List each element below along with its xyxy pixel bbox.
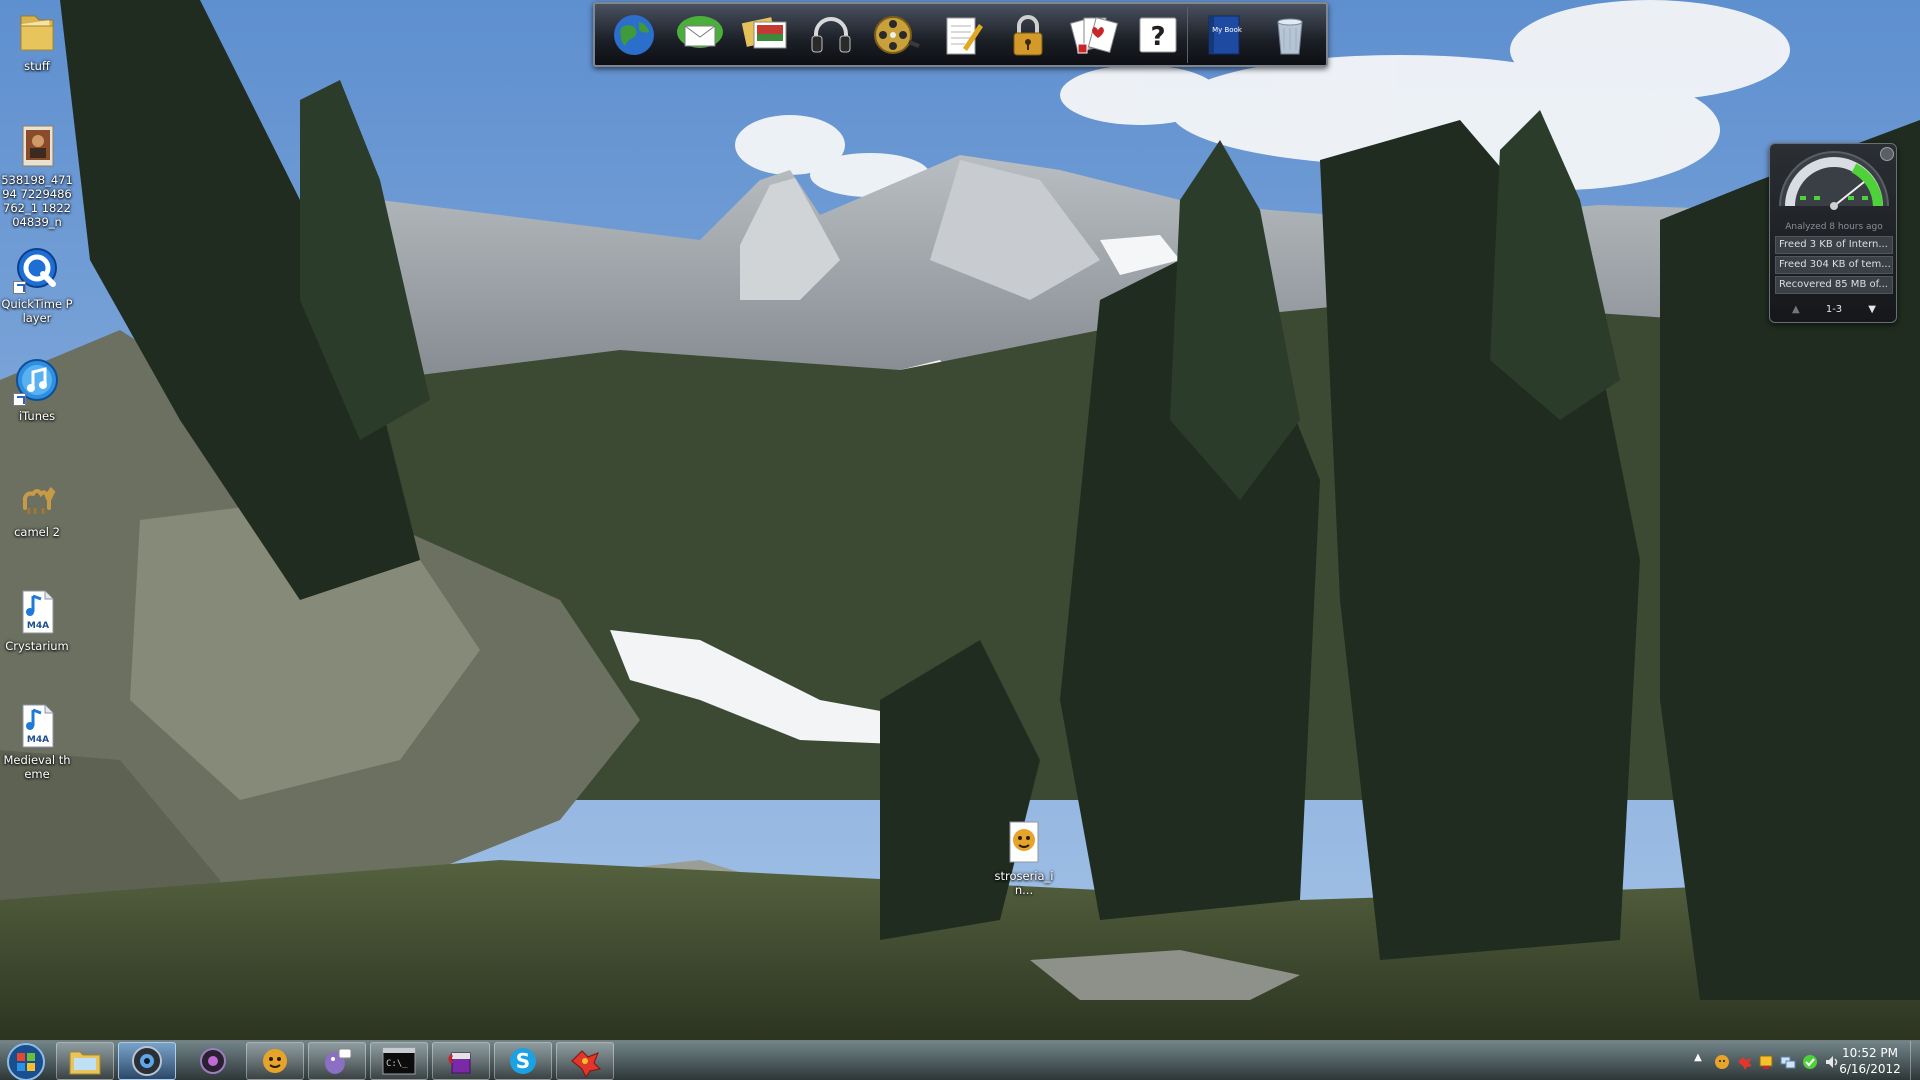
dock-film-button[interactable] (867, 7, 926, 63)
dock-lock-button[interactable] (998, 7, 1057, 63)
desktop-icon-camel-2[interactable]: camel 2 (0, 474, 74, 539)
desktop-icon-itunes[interactable]: iTunes (0, 358, 74, 423)
desktop-icon-label: iTunes (18, 409, 56, 423)
start-button[interactable] (6, 1042, 46, 1080)
gadget-entry[interactable]: Recovered 85 MB of... (1775, 276, 1893, 294)
m4a-badge: M4A (27, 735, 49, 745)
cartoon-app-icon (263, 1049, 287, 1073)
my-book-icon: My Book (1208, 15, 1243, 54)
taskbar-skype-button[interactable]: S (494, 1042, 552, 1080)
desktop-icon-label: 538198_47194 7229486762_1 182204839_n (1, 173, 73, 229)
taskbar-clock[interactable]: 10:52 PM 6/16/2012 (1826, 1045, 1914, 1077)
desktop-icon-label: stroseria_in... (994, 869, 1054, 897)
desktop-icon-label: camel 2 (14, 525, 60, 539)
dock-mail-button[interactable] (671, 7, 730, 63)
headphones-icon (811, 16, 851, 52)
mail-icon (676, 15, 723, 48)
app-icon (1000, 818, 1048, 866)
skype-glyph: S (516, 1049, 530, 1073)
taskbar-pidgin-button[interactable] (308, 1042, 366, 1080)
desktop-icon-image-file[interactable]: 538198_47194 7229486762_1 182204839_n (0, 122, 74, 229)
desktop-wallpaper (0, 0, 1920, 1080)
shortcut-arrow-icon (13, 281, 26, 294)
notepad-icon (946, 17, 983, 54)
show-hidden-icons-button[interactable]: ▲ (1690, 1052, 1706, 1068)
dock-globe-button[interactable] (605, 7, 664, 63)
dock-help-button[interactable]: ? (1129, 6, 1188, 63)
desktop-icon-label: stuff (24, 59, 50, 73)
windows-logo-icon (7, 1043, 45, 1080)
dock-notepad-button[interactable] (933, 7, 992, 63)
webcam-icon (132, 1046, 162, 1076)
paint-can-icon (448, 1052, 471, 1074)
taskbar-explorer-button[interactable] (56, 1042, 114, 1080)
taskbar-paint-button[interactable] (432, 1042, 490, 1080)
recycle-bin-icon (1277, 18, 1303, 54)
desktop-icon-quicktime-player[interactable]: QuickTime Player (0, 246, 74, 325)
pager-next-icon[interactable]: ▼ (1868, 304, 1876, 315)
pager-prev-icon[interactable]: ▲ (1792, 304, 1800, 315)
skype-icon: S (510, 1048, 536, 1074)
film-reel-icon (874, 15, 921, 54)
security-tray-icon[interactable] (1802, 1054, 1818, 1070)
camel-icon (13, 474, 61, 522)
show-desktop-button[interactable] (1910, 1041, 1920, 1080)
m4a-file-icon: M4A (13, 588, 61, 636)
taskbar-cartoon-app-button[interactable] (246, 1042, 304, 1080)
lock-icon (1013, 14, 1043, 55)
cmd-glyph: C:\_ (386, 1059, 408, 1069)
taskbar: C:\_ S ▲ 10:52 PM 6/16/2012 (0, 1040, 1920, 1080)
m4a-badge: M4A (27, 621, 49, 631)
network-icon[interactable] (1780, 1054, 1796, 1070)
cleanup-gadget: Analyzed 8 hours ago Freed 3 KB of Inter… (1769, 143, 1897, 323)
clock-time: 10:52 PM (1842, 1046, 1898, 1060)
mybook-label: My Book (1212, 26, 1243, 34)
gadget-analyzed-time: Analyzed 8 hours ago (1785, 222, 1883, 232)
desktop-icon-medieval-theme[interactable]: M4A Medieval theme (0, 702, 74, 781)
gadget-close-icon[interactable] (1880, 147, 1894, 161)
dock-headphones-button[interactable] (802, 7, 861, 63)
image-file-icon (13, 122, 61, 170)
gadget-pager: ▲ 1-3 ▼ (1792, 301, 1876, 317)
game-tray-icon[interactable] (1736, 1054, 1752, 1070)
desktop-icon-crystarium[interactable]: M4A Crystarium (0, 588, 74, 653)
quicktime-icon (13, 246, 61, 294)
itunes-icon (13, 358, 61, 406)
cleanup-gauge (1779, 151, 1889, 210)
windows-explorer-icon (69, 1051, 101, 1075)
game-app-icon (571, 1050, 602, 1077)
globe-icon (614, 14, 655, 55)
action-center-icon[interactable] (1758, 1054, 1774, 1070)
help-icon: ? (1139, 17, 1177, 52)
cartoon-tray-icon[interactable] (1714, 1054, 1730, 1070)
gadget-entry[interactable]: Freed 3 KB of Intern... (1775, 236, 1893, 254)
folder-icon (13, 8, 61, 56)
help-glyph: ? (1151, 22, 1166, 52)
media-orb-icon (200, 1048, 226, 1074)
command-prompt-icon: C:\_ (382, 1047, 416, 1075)
taskbar-game-button[interactable] (556, 1042, 614, 1080)
taskbar-media-orb-button[interactable] (184, 1042, 242, 1080)
shortcut-arrow-icon (13, 393, 26, 406)
dock-recycle-bin-button[interactable] (1260, 7, 1319, 63)
dock-mybook-button[interactable]: My Book (1195, 7, 1254, 63)
desktop-icon-stroseria[interactable]: stroseria_in... (987, 818, 1061, 897)
m4a-file-icon: M4A (13, 702, 61, 750)
dock-cards-button[interactable] (1064, 7, 1123, 63)
gadget-entry[interactable]: Freed 304 KB of tem... (1775, 256, 1893, 274)
desktop-icon-label: Crystarium (5, 639, 69, 653)
desktop-icon-label: Medieval theme (3, 753, 71, 781)
clock-date: 6/16/2012 (1839, 1062, 1901, 1076)
pager-range: 1-3 (1825, 303, 1843, 315)
top-dock: ? My Book (593, 2, 1328, 67)
taskbar-cmd-button[interactable]: C:\_ (370, 1042, 428, 1080)
desktop-icon-stuff[interactable]: stuff (0, 8, 74, 73)
playing-cards-icon (1069, 16, 1119, 53)
photos-icon (742, 16, 787, 48)
desktop-icon-label: QuickTime Player (1, 297, 73, 325)
dock-photos-button[interactable] (736, 7, 795, 63)
taskbar-webcam-button[interactable] (118, 1042, 176, 1080)
pidgin-icon (325, 1048, 352, 1074)
